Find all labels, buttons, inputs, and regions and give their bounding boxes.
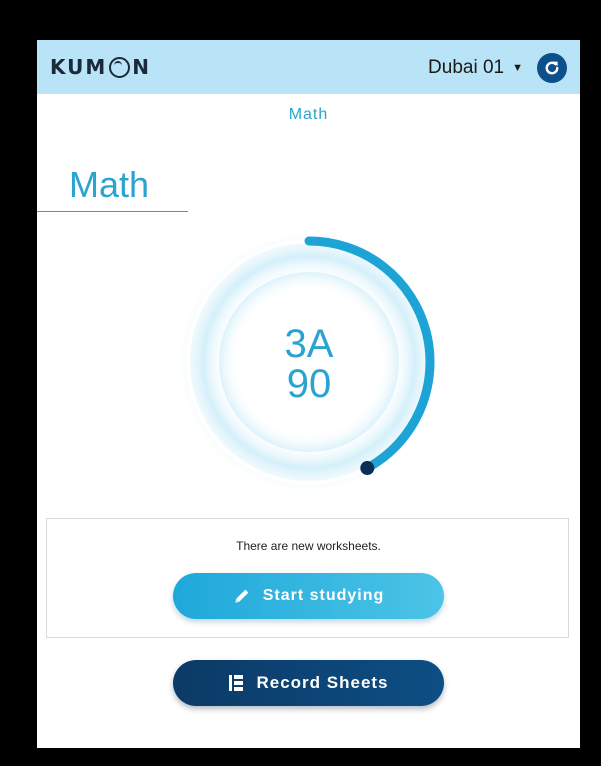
worksheet-number: 90 xyxy=(286,362,332,406)
refresh-button[interactable] xyxy=(537,53,567,83)
record-sheets-button[interactable]: Record Sheets xyxy=(173,660,444,706)
start-studying-label: Start studying xyxy=(262,587,385,604)
logo-ring-icon xyxy=(109,56,131,78)
caret-down-icon: ▼ xyxy=(512,62,523,74)
kumon-logo: KUM N xyxy=(50,54,151,80)
pencil-icon xyxy=(233,587,251,605)
app-screen: KUM N Dubai 01 ▼ Math Math 3A 90 There a… xyxy=(37,40,580,748)
notice-text: There are new worksheets. xyxy=(236,539,381,553)
progress-dial: 3A 90 xyxy=(177,230,441,494)
top-bar: KUM N Dubai 01 ▼ xyxy=(37,40,580,94)
center-selector[interactable]: Dubai 01 ▼ xyxy=(428,55,523,81)
logo-text-right: N xyxy=(132,55,152,79)
progress-knob xyxy=(360,461,375,476)
center-name: Dubai 01 xyxy=(428,57,505,78)
logo-text-left: KUM xyxy=(50,55,108,79)
level-code: 3A xyxy=(284,322,334,366)
level-display: 3A 90 xyxy=(177,324,441,404)
notice-panel: There are new worksheets. Start studying xyxy=(46,518,569,638)
subject-tab[interactable]: Math xyxy=(37,106,580,124)
start-studying-button[interactable]: Start studying xyxy=(173,573,444,619)
refresh-icon xyxy=(545,61,559,75)
record-sheets-icon xyxy=(228,674,244,692)
subject-underline xyxy=(37,211,188,212)
subject-title: Math xyxy=(69,164,150,205)
record-sheets-label: Record Sheets xyxy=(256,673,389,692)
